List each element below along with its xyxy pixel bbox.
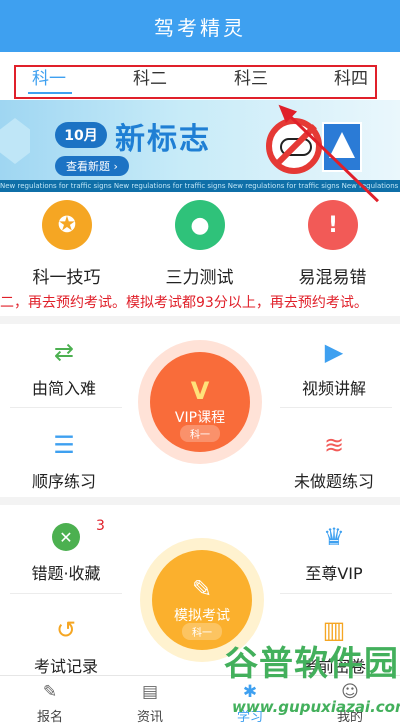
exam-history[interactable]: ↺ 考试记录 — [6, 605, 126, 685]
bubbles-icon: ● — [175, 200, 225, 250]
banner-cta-button[interactable]: 查看新题 › — [55, 156, 129, 176]
vip-course-subject: 科一 — [180, 425, 220, 442]
list-icon: ☰ — [53, 431, 75, 459]
feature-ability-test[interactable]: ● 三力测试 — [133, 195, 266, 290]
notice-marquee: 二，再去预约考试。模拟考试都93分以上，再去预约考试。 — [0, 295, 368, 311]
wrong-and-favorites[interactable]: ✕ 3 错题·收藏 — [6, 512, 126, 592]
video-icon: ▶ — [324, 338, 344, 366]
vip-course-title: VIP课程 — [174, 410, 226, 426]
banner-month-tag: 10月 — [55, 122, 107, 148]
news-icon: ▤ — [141, 682, 159, 702]
practice-sequential[interactable]: ☰ 顺序练习 — [4, 420, 124, 500]
crown-icon: ♛ — [323, 523, 345, 551]
mock-exam-button[interactable]: ✎ 模拟考试 科一 — [152, 550, 252, 650]
section-divider — [0, 316, 400, 324]
shuffle-icon: ⇄ — [53, 338, 75, 366]
feature-label: 三力测试 — [165, 268, 234, 288]
site-watermark: 谷普软件园 www.gupuxiazai.com — [218, 636, 400, 723]
banner-headline: 新标志 — [115, 122, 211, 157]
watermark-text: 谷普软件园 — [224, 644, 399, 684]
wrong-count-badge: 3 — [96, 518, 105, 534]
medal-icon: ✪ — [42, 200, 92, 250]
practice-undone[interactable]: ≋ 未做题练习 — [274, 420, 394, 500]
vip-v-icon: V — [190, 377, 210, 405]
nav-signup[interactable]: ✎ 报名 — [0, 676, 100, 723]
divider — [10, 593, 122, 594]
mock-exam-subject: 科一 — [182, 623, 222, 640]
feature-tips[interactable]: ✪ 科一技巧 — [0, 195, 133, 290]
feature-row: ✪ 科一技巧 ● 三力测试 ! 易混易错 — [0, 195, 400, 290]
exam-history-label: 考试记录 — [33, 657, 98, 676]
feature-confusing[interactable]: ! 易混易错 — [266, 195, 399, 290]
supreme-vip-label: 至尊VIP — [305, 564, 363, 583]
practice-easy-to-hard[interactable]: ⇄ 由简入难 — [4, 327, 124, 407]
divider — [280, 407, 392, 408]
nav-news-label: 资讯 — [136, 710, 163, 723]
video-lessons-label: 视频讲解 — [301, 379, 366, 398]
close-circle-icon: ✕ — [51, 522, 81, 552]
pen-icon: ✎ — [191, 575, 213, 603]
practice-undone-label: 未做题练习 — [293, 472, 374, 491]
app-title: 驾考精灵 — [154, 15, 246, 40]
divider — [280, 593, 392, 594]
app-header: 驾考精灵 — [0, 0, 400, 52]
history-icon: ↺ — [55, 616, 77, 644]
tab-annotation-box — [14, 65, 377, 99]
mock-exam-title: 模拟考试 — [174, 608, 230, 624]
feature-label: 易混易错 — [298, 268, 367, 288]
banner-ticker: New regulations for traffic signs New re… — [0, 180, 400, 192]
signup-icon: ✎ — [42, 682, 58, 702]
section-divider — [0, 497, 400, 505]
practice-easy-to-hard-label: 由简入难 — [31, 379, 96, 398]
vip-course-button[interactable]: V VIP课程 科一 — [150, 352, 250, 452]
hexagon-decoration — [0, 118, 30, 164]
nav-news[interactable]: ▤ 资讯 — [100, 676, 200, 723]
nav-signup-label: 报名 — [36, 710, 63, 723]
supreme-vip[interactable]: ♛ 至尊VIP — [274, 512, 394, 592]
wrong-and-favorites-label: 错题·收藏 — [31, 564, 101, 583]
feature-label: 科一技巧 — [32, 268, 101, 288]
warning-icon: ! — [308, 200, 358, 250]
video-lessons[interactable]: ▶ 视频讲解 — [274, 327, 394, 407]
divider — [10, 407, 122, 408]
layers-icon: ≋ — [323, 431, 345, 459]
practice-sequential-label: 顺序练习 — [31, 472, 96, 491]
watermark-url: www.gupuxiazai.com — [232, 698, 400, 716]
no-bicycle-sign-icon — [266, 118, 322, 174]
